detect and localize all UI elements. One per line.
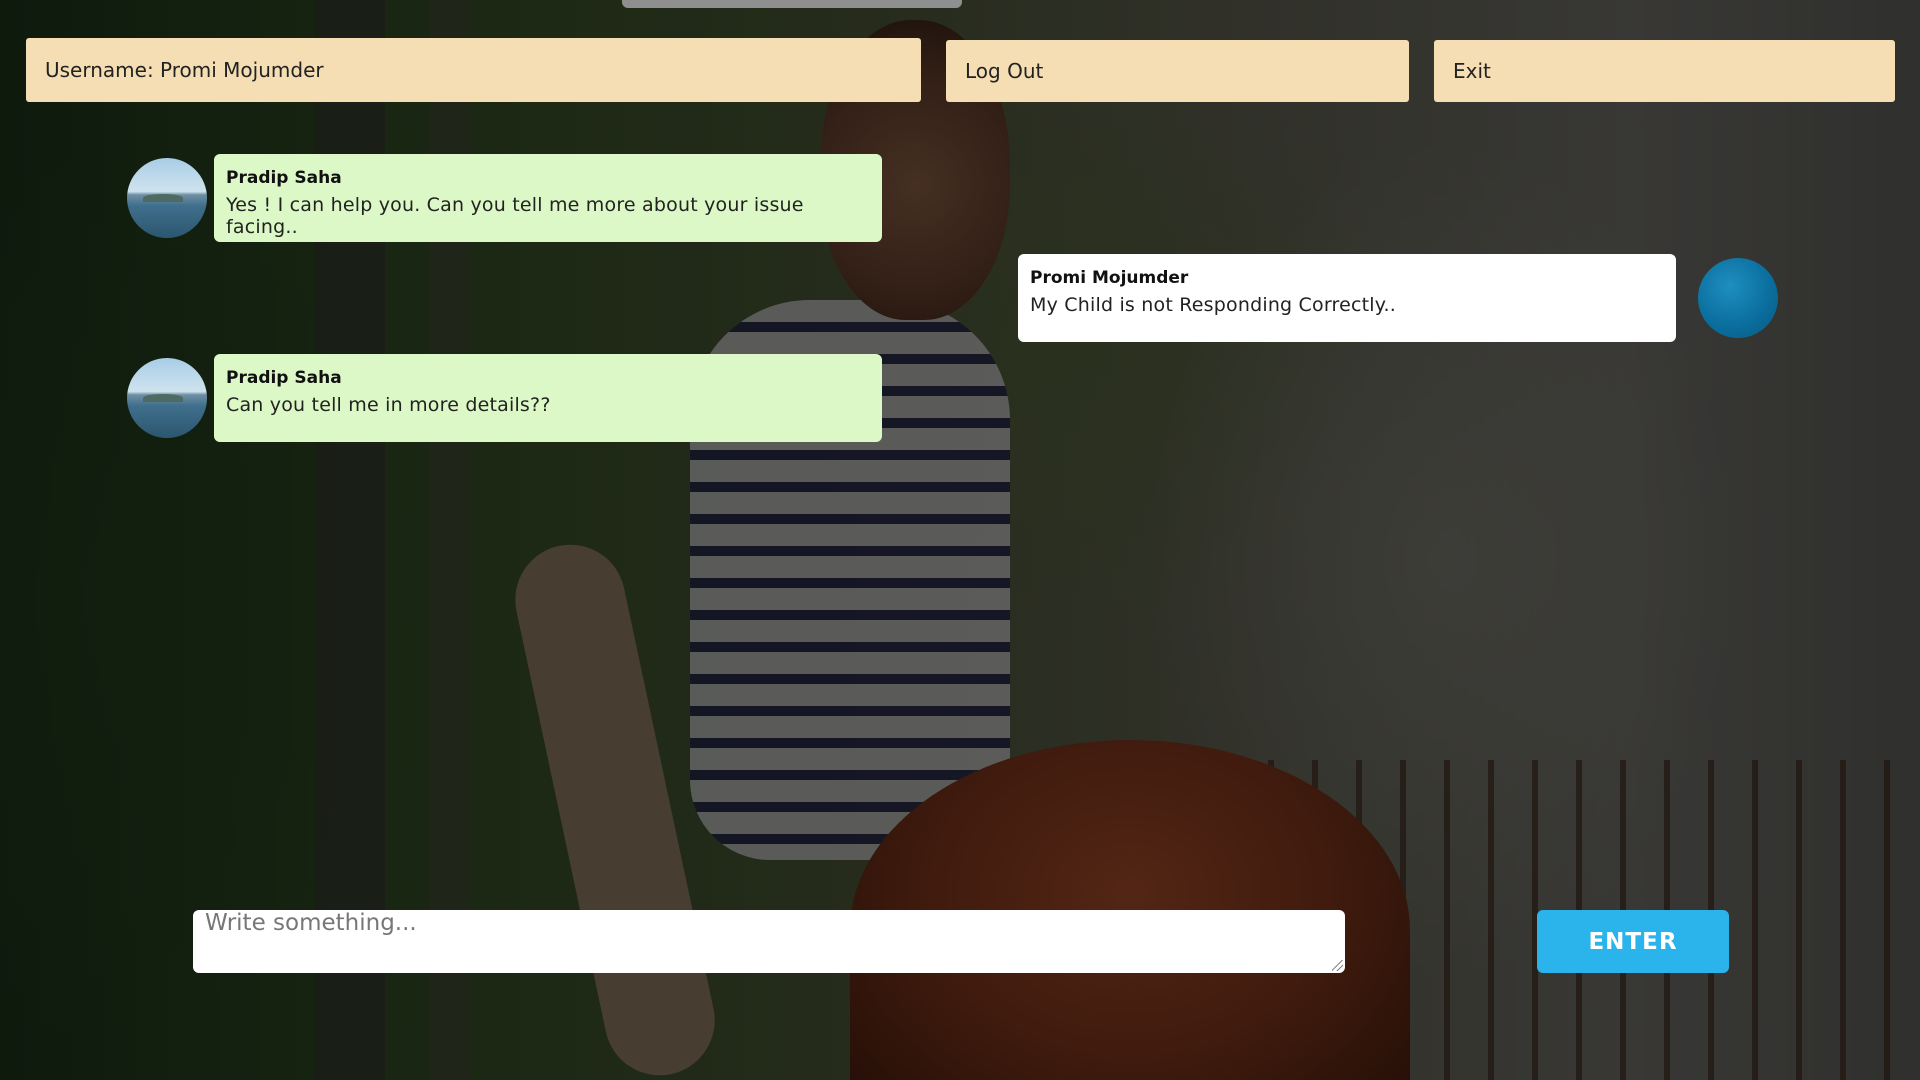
message-bubble: Promi Mojumder My Child is not Respondin… [1018, 254, 1676, 342]
message-text: Can you tell me in more details?? [226, 394, 551, 416]
enter-button[interactable]: ENTER [1537, 910, 1729, 973]
exit-button[interactable]: Exit [1434, 40, 1895, 102]
message-incoming: Pradip Saha Can you tell me in more deta… [127, 354, 882, 442]
message-sender: Pradip Saha [226, 368, 342, 388]
message-sender: Promi Mojumder [1030, 268, 1189, 288]
top-scroll-indicator [622, 0, 962, 8]
message-incoming: Pradip Saha Yes ! I can help you. Can yo… [127, 154, 882, 242]
message-text: Yes ! I can help you. Can you tell me mo… [226, 194, 804, 238]
logout-button[interactable]: Log Out [946, 40, 1409, 102]
message-input[interactable] [193, 910, 1345, 973]
message-bubble: Pradip Saha Yes ! I can help you. Can yo… [214, 154, 882, 242]
avatar [1698, 258, 1778, 338]
message-sender: Pradip Saha [226, 168, 342, 188]
message-text: My Child is not Responding Correctly.. [1030, 294, 1397, 316]
resize-handle-icon[interactable] [1332, 960, 1343, 971]
avatar [127, 358, 207, 438]
avatar [127, 158, 207, 238]
username-display: Username: Promi Mojumder [26, 38, 921, 102]
message-bubble: Pradip Saha Can you tell me in more deta… [214, 354, 882, 442]
message-outgoing: Promi Mojumder My Child is not Respondin… [1018, 254, 1778, 342]
